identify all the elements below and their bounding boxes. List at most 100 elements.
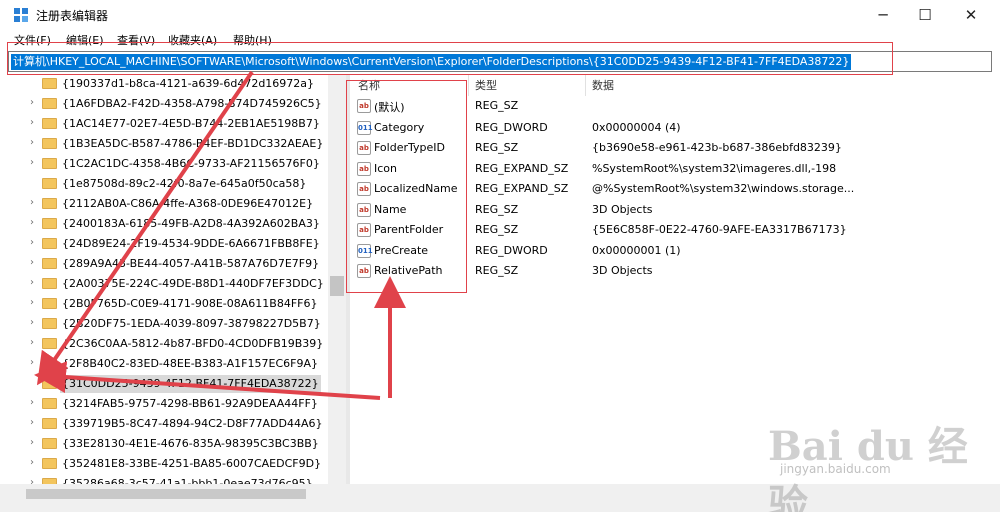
folder-icon [42, 158, 57, 169]
title-bar: 注册表编辑器 ─ ☐ ✕ [0, 0, 1000, 30]
tree-item-label: {33E28130-4E1E-4676-835A-98395C3BC3BB} [62, 437, 319, 450]
column-header-type[interactable]: 类型 [475, 77, 497, 93]
folder-icon [42, 78, 57, 89]
tree-item-label: {31C0DD25-9439-4F12-BF41-7FF4EDA38722} [60, 375, 321, 393]
close-button[interactable]: ✕ [948, 4, 994, 26]
folder-icon [42, 298, 57, 309]
tree-item[interactable]: {1e87508d-89c2-42f0-8a7e-645a0f50ca58} [8, 174, 328, 194]
expand-arrow-icon[interactable]: › [30, 197, 34, 208]
tree-scrollbar-thumb[interactable] [330, 276, 344, 296]
tree-horizontal-scrollbar[interactable] [8, 486, 346, 502]
tree-item-label: {2B0F765D-C0E9-4171-908E-08A611B84FF6} [62, 297, 318, 310]
expand-arrow-icon[interactable]: › [30, 97, 34, 108]
tree-item-label: {1C2AC1DC-4358-4B6C-9733-AF21156576F0} [62, 157, 320, 170]
value-type: REG_EXPAND_SZ [475, 182, 569, 195]
expand-arrow-icon[interactable]: › [30, 137, 34, 148]
column-divider[interactable] [468, 74, 469, 96]
value-type: REG_SZ [475, 223, 519, 236]
tree-item[interactable]: › {2400183A-6185-49FB-A2D8-4A392A602BA3} [8, 214, 328, 234]
folder-icon [42, 258, 57, 269]
key-tree[interactable]: {190337d1-b8ca-4121-a639-6d472d16972a} ›… [8, 74, 346, 484]
tree-item[interactable]: › {339719B5-8C47-4894-94C2-D8F77ADD44A6} [8, 414, 328, 434]
value-type: REG_SZ [475, 141, 519, 154]
tree-item[interactable]: › {2112AB0A-C86A-4ffe-A368-0DE96E47012E} [8, 194, 328, 214]
expand-arrow-icon[interactable]: › [30, 457, 34, 468]
tree-item-label: {2112AB0A-C86A-4ffe-A368-0DE96E47012E} [62, 197, 314, 210]
tree-item[interactable]: › {3214FAB5-9757-4298-BB61-92A9DEAA44FF} [8, 394, 328, 414]
value-type: REG_SZ [475, 203, 519, 216]
baidu-jingyan-watermark: Bai du 经验 jingyan.baidu.com [768, 414, 988, 512]
tree-item-label: {35286a68-3c57-41a1-bbb1-0eae73d76c95} [62, 477, 313, 484]
tree-item[interactable]: › {2B20DF75-1EDA-4039-8097-38798227D5B7} [8, 314, 328, 334]
address-highlight-box [7, 42, 893, 75]
tree-item[interactable]: › {2C36C0AA-5812-4b87-BFD0-4CD0DFB19B39} [8, 334, 328, 354]
value-data: 0x00000001 (1) [592, 244, 681, 257]
folder-icon [42, 398, 57, 409]
tree-item[interactable]: › {33E28130-4E1E-4676-835A-98395C3BC3BB} [8, 434, 328, 454]
column-header-data[interactable]: 数据 [592, 77, 614, 93]
expand-arrow-icon[interactable]: › [30, 357, 34, 368]
tree-item[interactable]: › {289A9A43-BE44-4057-A41B-587A76D7E7F9} [8, 254, 328, 274]
expand-arrow-icon[interactable]: › [30, 257, 34, 268]
expand-arrow-icon[interactable]: › [30, 437, 34, 448]
expand-arrow-icon[interactable]: › [30, 417, 34, 428]
column-divider[interactable] [585, 74, 586, 96]
tree-item-label: {1B3EA5DC-B587-4786-B4EF-BD1DC332AEAE} [62, 137, 324, 150]
folder-icon [42, 218, 57, 229]
tree-item-label: {2A00375E-224C-49DE-B8D1-440DF7EF3DDC} [62, 277, 324, 290]
tree-item-label: {2C36C0AA-5812-4b87-BFD0-4CD0DFB19B39} [62, 337, 324, 350]
expand-arrow-icon[interactable]: › [30, 477, 34, 484]
value-type: REG_SZ [475, 264, 519, 277]
tree-item[interactable]: › {1A6FDBA2-F42D-4358-A798-B74D745926C5} [8, 94, 328, 114]
expand-arrow-icon[interactable]: › [30, 157, 34, 168]
value-data: 3D Objects [592, 264, 653, 277]
expand-arrow-icon[interactable]: › [30, 237, 34, 248]
tree-scrollbar[interactable] [328, 74, 346, 484]
expand-arrow-icon[interactable]: › [30, 337, 34, 348]
horizontal-scrollbar-thumb[interactable] [26, 489, 306, 499]
tree-item-label: {2F8B40C2-83ED-48EE-B383-A1F157EC6F9A} [62, 357, 318, 370]
tree-item-label: {1A6FDBA2-F42D-4358-A798-B74D745926C5} [62, 97, 322, 110]
tree-item-label: {2400183A-6185-49FB-A2D8-4A392A602BA3} [62, 217, 320, 230]
expand-arrow-icon[interactable]: › [30, 217, 34, 228]
value-data: @%SystemRoot%\system32\windows.storage..… [592, 182, 855, 195]
folder-icon [42, 338, 57, 349]
tree-item-selected[interactable]: {31C0DD25-9439-4F12-BF41-7FF4EDA38722} [8, 374, 328, 394]
expand-arrow-icon[interactable]: › [30, 297, 34, 308]
tree-item[interactable]: › {2A00375E-224C-49DE-B8D1-440DF7EF3DDC} [8, 274, 328, 294]
value-type: REG_SZ [475, 99, 519, 112]
folder-icon [42, 278, 57, 289]
tree-item-label: {190337d1-b8ca-4121-a639-6d472d16972a} [62, 77, 315, 90]
value-data: {5E6C858F-0E22-4760-9AFE-EA3317B67173} [592, 223, 847, 236]
window-title: 注册表编辑器 [36, 9, 109, 23]
folder-icon [42, 238, 57, 249]
expand-arrow-icon[interactable]: › [30, 277, 34, 288]
tree-item[interactable]: {190337d1-b8ca-4121-a639-6d472d16972a} [8, 74, 328, 94]
folder-icon [42, 418, 57, 429]
tree-item-label: {2B20DF75-1EDA-4039-8097-38798227D5B7} [62, 317, 321, 330]
value-names-highlight-box [346, 80, 467, 293]
folder-icon [42, 98, 57, 109]
expand-arrow-icon[interactable]: › [30, 317, 34, 328]
tree-item[interactable]: › {1AC14E77-02E7-4E5D-B744-2EB1AE5198B7} [8, 114, 328, 134]
tree-item[interactable]: › {24D89E24-2F19-4534-9DDE-6A6671FBB8FE} [8, 234, 328, 254]
expand-arrow-icon[interactable]: › [30, 397, 34, 408]
maximize-button[interactable]: ☐ [902, 4, 948, 26]
folder-icon [42, 198, 57, 209]
tree-item[interactable]: › {1C2AC1DC-4358-4B6C-9733-AF21156576F0} [8, 154, 328, 174]
folder-icon [42, 378, 57, 389]
value-data: 3D Objects [592, 203, 653, 216]
tree-item[interactable]: › {35286a68-3c57-41a1-bbb1-0eae73d76c95} [8, 474, 328, 484]
folder-icon [42, 318, 57, 329]
tree-item-label: {289A9A43-BE44-4057-A41B-587A76D7E7F9} [62, 257, 320, 270]
expand-arrow-icon[interactable]: › [30, 117, 34, 128]
tree-item[interactable]: › {352481E8-33BE-4251-BA85-6007CAEDCF9D} [8, 454, 328, 474]
value-type: REG_DWORD [475, 244, 548, 257]
tree-item-label: {3214FAB5-9757-4298-BB61-92A9DEAA44FF} [62, 397, 318, 410]
tree-item[interactable]: › {1B3EA5DC-B587-4786-B4EF-BD1DC332AEAE} [8, 134, 328, 154]
value-type: REG_DWORD [475, 121, 548, 134]
minimize-button[interactable]: ─ [860, 4, 906, 26]
tree-item-label: {352481E8-33BE-4251-BA85-6007CAEDCF9D} [62, 457, 322, 470]
tree-item[interactable]: › {2B0F765D-C0E9-4171-908E-08A611B84FF6} [8, 294, 328, 314]
tree-item[interactable]: › {2F8B40C2-83ED-48EE-B383-A1F157EC6F9A} [8, 354, 328, 374]
